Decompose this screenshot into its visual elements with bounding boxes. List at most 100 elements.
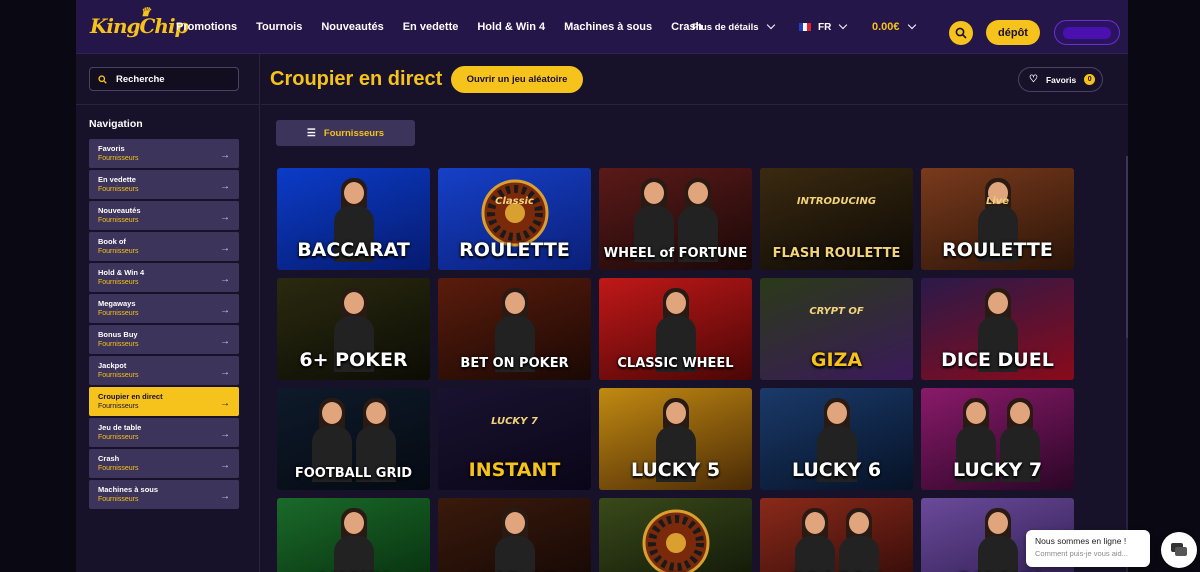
game-title: 6+ POKER (299, 349, 408, 371)
nav-item[interactable]: Nouveautés (321, 21, 383, 33)
language-label: FR (818, 21, 832, 33)
sidebar-item[interactable]: Nouveautés Fournisseurs → (89, 201, 239, 230)
random-game-button[interactable]: Ouvrir un jeu aléatoire (451, 66, 583, 93)
balance-value: 0.00€ (872, 21, 900, 33)
scrollbar-thumb[interactable] (1126, 156, 1128, 338)
balance-dropdown[interactable]: 0.00€ (872, 0, 916, 54)
header-search-button[interactable] (949, 21, 973, 45)
providers-filter-button[interactable]: ☰ Fournisseurs (276, 120, 415, 146)
game-tile[interactable]: BACCARAT (277, 168, 430, 270)
chat-launcher-button[interactable] (1161, 532, 1197, 568)
sidebar-item-label: En vedette (98, 175, 136, 184)
site-frame: KingChip ♛ Promotions Tournois Nouveautés En… (76, 0, 1128, 572)
brand-logo[interactable]: KingChip ♛ (90, 5, 189, 38)
roulette-wheel-icon (481, 179, 549, 247)
more-details-label: Plus de détails (692, 21, 759, 33)
nav-item[interactable]: Machines à sous (564, 21, 652, 33)
game-tile[interactable]: VIP (599, 498, 752, 572)
game-title: LUCKY 6 (791, 459, 882, 481)
favorites-button[interactable]: ♡ Favoris 0 (1018, 67, 1103, 92)
sidebar-item-sublabel: Fournisseurs (98, 310, 139, 317)
sidebar-item[interactable]: Jeu de table Fournisseurs → (89, 418, 239, 447)
sidebar-item[interactable]: Jackpot Fournisseurs → (89, 356, 239, 385)
sidebar-item-label: Favoris (98, 144, 125, 153)
game-tile[interactable]: 6+ POKER (277, 278, 430, 380)
search-icon (955, 27, 967, 39)
crown-icon: ♛ (140, 5, 151, 19)
arrow-right-icon: → (220, 460, 230, 471)
arrow-right-icon: → (220, 367, 230, 378)
sidebar-item-sublabel: Fournisseurs (98, 465, 139, 472)
game-tile[interactable]: WAR OF (438, 498, 591, 572)
game-subtitle: Live (985, 196, 1010, 207)
nav-item[interactable]: Promotions (176, 21, 237, 33)
nav-item[interactable]: Tournois (256, 21, 302, 33)
sidebar-item[interactable]: Bonus Buy Fournisseurs → (89, 325, 239, 354)
game-tile[interactable]: BET ON POKER (438, 278, 591, 380)
sidebar-item[interactable]: Machines à sous Fournisseurs → (89, 480, 239, 509)
arrow-right-icon: → (220, 429, 230, 440)
deposit-button[interactable]: dépôt (986, 20, 1040, 45)
more-details-dropdown[interactable]: Plus de détails (692, 0, 775, 54)
game-tile[interactable]: CLASSIC WHEEL (599, 278, 752, 380)
nav-item[interactable]: Hold & Win 4 (477, 21, 545, 33)
navigation-title: Navigation (89, 118, 143, 130)
language-selector[interactable]: FR (799, 0, 848, 54)
game-tile[interactable]: LUCKY 7 (921, 388, 1074, 490)
sidebar-item[interactable]: Croupier en direct Fournisseurs → (89, 387, 239, 416)
dealer-image (493, 508, 537, 572)
arrow-right-icon: → (220, 212, 230, 223)
sidebar-item-sublabel: Fournisseurs (98, 403, 139, 410)
sidebar-item-label: Bonus Buy (98, 330, 138, 339)
game-tile[interactable]: CRYPT OF GIZA (760, 278, 913, 380)
game-title: LUCKY 7 (952, 459, 1043, 481)
main-scrollbar[interactable] (1126, 156, 1128, 572)
game-tile[interactable]: FOOTBALL GRID (277, 388, 430, 490)
game-tile[interactable]: LUCKY 7 INSTANT (438, 388, 591, 490)
sidebar-item-label: Machines à sous (98, 485, 159, 494)
game-tile[interactable]: WHEEL of FORTUNE (599, 168, 752, 270)
game-tile[interactable]: DICE DUEL (921, 278, 1074, 380)
dealer-image (837, 508, 881, 572)
sidebar-item-label: Crash (98, 454, 120, 463)
chevron-down-icon (766, 20, 775, 30)
game-title: BET ON POKER (460, 356, 569, 371)
chat-title: Nous sommes en ligne ! (1035, 536, 1127, 546)
sidebar-search-input[interactable]: Recherche (89, 67, 239, 91)
sidebar-item[interactable]: Megaways Fournisseurs → (89, 294, 239, 323)
page-left-margin (0, 0, 76, 572)
roulette-wheel-icon (642, 509, 710, 572)
sidebar-item-label: Jeu de table (98, 423, 142, 432)
nav-item[interactable]: En vedette (403, 21, 459, 33)
favorites-count-badge: 0 (1084, 74, 1096, 85)
chat-bubble[interactable]: Nous sommes en ligne ! Comment puis-je v… (1026, 530, 1150, 567)
game-tile[interactable]: LUCKY 6 (760, 388, 913, 490)
game-title: FOOTBALL GRID (294, 466, 413, 481)
sidebar-nav-list: Favoris Fournisseurs → En vedette Fournisseu… (89, 139, 239, 511)
sidebar-item-sublabel: Fournisseurs (98, 434, 139, 441)
game-subtitle: LUCKY 7 (491, 416, 538, 427)
account-button[interactable] (1054, 20, 1120, 45)
sidebar-item[interactable]: Crash Fournisseurs → (89, 449, 239, 478)
sidebar-item-label: Megaways (98, 299, 136, 308)
sidebar-item[interactable]: En vedette Fournisseurs → (89, 170, 239, 199)
sidebar-item-sublabel: Fournisseurs (98, 155, 139, 162)
sidebar-item-sublabel: Fournisseurs (98, 217, 139, 224)
game-tile[interactable]: Live ROULETTE (921, 168, 1074, 270)
sidebar-item[interactable]: Book of Fournisseurs → (89, 232, 239, 261)
game-tile[interactable]: LUCKY (277, 498, 430, 572)
account-placeholder (1063, 26, 1111, 39)
sidebar-item[interactable]: Hold & Win 4 Fournisseurs → (89, 263, 239, 292)
game-title: GIZA (810, 349, 863, 371)
top-header: KingChip ♛ Promotions Tournois Nouveautés En… (76, 0, 1128, 54)
game-tile[interactable]: LUCKY 5 (599, 388, 752, 490)
sidebar: Recherche Navigation Favoris Fournisseurs… (76, 54, 260, 572)
game-tile[interactable]: DRAGON (760, 498, 913, 572)
sidebar-item-sublabel: Fournisseurs (98, 186, 139, 193)
game-tile[interactable]: INTRODUCING FLASH ROULETTE (760, 168, 913, 270)
game-tile[interactable]: Classic ROULETTE (438, 168, 591, 270)
sidebar-item-sublabel: Fournisseurs (98, 496, 139, 503)
chat-icon (1171, 543, 1187, 556)
sidebar-item-label: Hold & Win 4 (98, 268, 145, 277)
sidebar-item[interactable]: Favoris Fournisseurs → (89, 139, 239, 168)
